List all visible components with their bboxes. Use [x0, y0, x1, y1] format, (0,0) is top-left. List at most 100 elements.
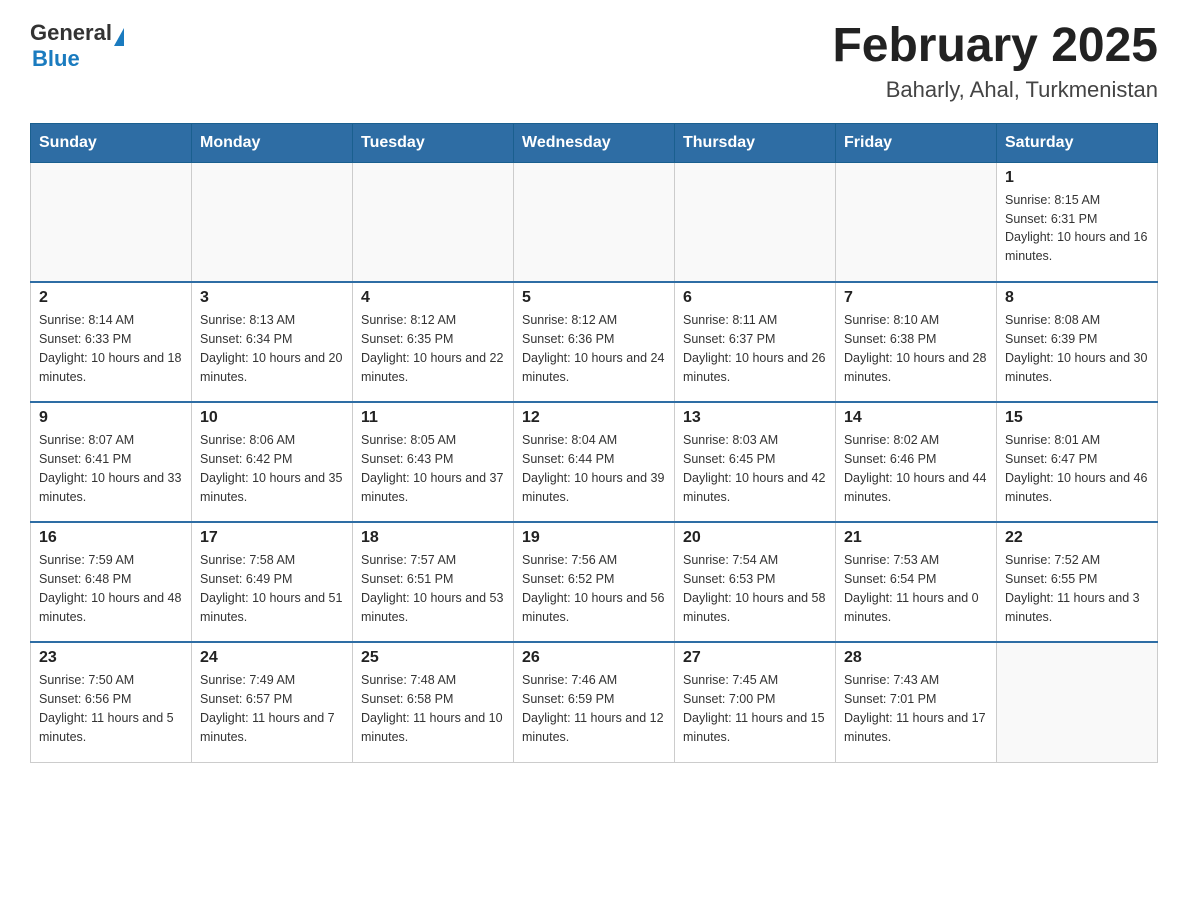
day-info: Sunrise: 8:12 AMSunset: 6:35 PMDaylight:…	[361, 311, 505, 386]
day-number: 13	[683, 409, 827, 427]
calendar-cell: 16 Sunrise: 7:59 AMSunset: 6:48 PMDayligh…	[31, 522, 192, 642]
day-info: Sunrise: 7:48 AMSunset: 6:58 PMDaylight:…	[361, 671, 505, 746]
day-number: 23	[39, 649, 183, 667]
weekday-header-saturday: Saturday	[997, 123, 1158, 162]
weekday-header-sunday: Sunday	[31, 123, 192, 162]
day-number: 10	[200, 409, 344, 427]
calendar-cell: 14 Sunrise: 8:02 AMSunset: 6:46 PMDayligh…	[836, 402, 997, 522]
calendar-cell	[836, 162, 997, 282]
day-number: 14	[844, 409, 988, 427]
day-number: 4	[361, 289, 505, 307]
day-info: Sunrise: 8:04 AMSunset: 6:44 PMDaylight:…	[522, 431, 666, 506]
calendar-cell: 17 Sunrise: 7:58 AMSunset: 6:49 PMDayligh…	[192, 522, 353, 642]
day-number: 8	[1005, 289, 1149, 307]
calendar-cell: 20Sunrise: 7:54 AMSunset: 6:53 PMDayligh…	[675, 522, 836, 642]
day-info: Sunrise: 8:01 AMSunset: 6:47 PMDaylight:…	[1005, 431, 1149, 506]
weekday-header-tuesday: Tuesday	[353, 123, 514, 162]
calendar-cell: 8 Sunrise: 8:08 AMSunset: 6:39 PMDaylight…	[997, 282, 1158, 402]
calendar-cell: 23Sunrise: 7:50 AMSunset: 6:56 PMDayligh…	[31, 642, 192, 762]
month-title: February 2025	[832, 20, 1158, 73]
calendar-week-row: 9 Sunrise: 8:07 AMSunset: 6:41 PMDaylight…	[31, 402, 1158, 522]
day-info: Sunrise: 8:10 AMSunset: 6:38 PMDaylight:…	[844, 311, 988, 386]
weekday-header-monday: Monday	[192, 123, 353, 162]
day-number: 7	[844, 289, 988, 307]
day-number: 17	[200, 529, 344, 547]
page-header: General Blue February 2025 Baharly, Ahal…	[30, 20, 1158, 103]
calendar-cell: 18 Sunrise: 7:57 AMSunset: 6:51 PMDayligh…	[353, 522, 514, 642]
day-number: 18	[361, 529, 505, 547]
calendar-cell	[31, 162, 192, 282]
title-block: February 2025 Baharly, Ahal, Turkmenista…	[832, 20, 1158, 103]
day-info: Sunrise: 7:45 AMSunset: 7:00 PMDaylight:…	[683, 671, 827, 746]
day-info: Sunrise: 8:05 AMSunset: 6:43 PMDaylight:…	[361, 431, 505, 506]
calendar-cell: 11 Sunrise: 8:05 AMSunset: 6:43 PMDayligh…	[353, 402, 514, 522]
day-info: Sunrise: 8:11 AMSunset: 6:37 PMDaylight:…	[683, 311, 827, 386]
weekday-header-thursday: Thursday	[675, 123, 836, 162]
day-info: Sunrise: 8:14 AMSunset: 6:33 PMDaylight:…	[39, 311, 183, 386]
calendar-week-row: 2Sunrise: 8:14 AMSunset: 6:33 PMDaylight…	[31, 282, 1158, 402]
day-info: Sunrise: 7:49 AMSunset: 6:57 PMDaylight:…	[200, 671, 344, 746]
day-info: Sunrise: 7:56 AMSunset: 6:52 PMDaylight:…	[522, 551, 666, 626]
day-info: Sunrise: 8:06 AMSunset: 6:42 PMDaylight:…	[200, 431, 344, 506]
day-number: 19	[522, 529, 666, 547]
day-info: Sunrise: 7:58 AMSunset: 6:49 PMDaylight:…	[200, 551, 344, 626]
calendar-cell: 4 Sunrise: 8:12 AMSunset: 6:35 PMDaylight…	[353, 282, 514, 402]
calendar-cell: 9 Sunrise: 8:07 AMSunset: 6:41 PMDaylight…	[31, 402, 192, 522]
day-number: 16	[39, 529, 183, 547]
weekday-header-row: SundayMondayTuesdayWednesdayThursdayFrid…	[31, 123, 1158, 162]
calendar-cell: 10 Sunrise: 8:06 AMSunset: 6:42 PMDayligh…	[192, 402, 353, 522]
day-number: 1	[1005, 169, 1149, 187]
calendar-week-row: 16 Sunrise: 7:59 AMSunset: 6:48 PMDayligh…	[31, 522, 1158, 642]
day-number: 3	[200, 289, 344, 307]
day-number: 12	[522, 409, 666, 427]
logo-blue-text: Blue	[32, 46, 80, 72]
day-info: Sunrise: 8:12 AMSunset: 6:36 PMDaylight:…	[522, 311, 666, 386]
calendar-cell: 28Sunrise: 7:43 AMSunset: 7:01 PMDayligh…	[836, 642, 997, 762]
day-info: Sunrise: 8:07 AMSunset: 6:41 PMDaylight:…	[39, 431, 183, 506]
day-number: 25	[361, 649, 505, 667]
day-number: 24	[200, 649, 344, 667]
day-number: 11	[361, 409, 505, 427]
weekday-header-wednesday: Wednesday	[514, 123, 675, 162]
calendar-cell	[514, 162, 675, 282]
calendar-table: SundayMondayTuesdayWednesdayThursdayFrid…	[30, 123, 1158, 763]
day-number: 27	[683, 649, 827, 667]
calendar-week-row: 1 Sunrise: 8:15 AMSunset: 6:31 PMDaylight…	[31, 162, 1158, 282]
day-number: 15	[1005, 409, 1149, 427]
day-number: 6	[683, 289, 827, 307]
calendar-cell: 1 Sunrise: 8:15 AMSunset: 6:31 PMDaylight…	[997, 162, 1158, 282]
day-info: Sunrise: 8:03 AMSunset: 6:45 PMDaylight:…	[683, 431, 827, 506]
day-info: Sunrise: 7:52 AMSunset: 6:55 PMDaylight:…	[1005, 551, 1149, 626]
calendar-cell: 6 Sunrise: 8:11 AMSunset: 6:37 PMDaylight…	[675, 282, 836, 402]
calendar-week-row: 23Sunrise: 7:50 AMSunset: 6:56 PMDayligh…	[31, 642, 1158, 762]
calendar-cell: 2Sunrise: 8:14 AMSunset: 6:33 PMDaylight…	[31, 282, 192, 402]
day-info: Sunrise: 8:15 AMSunset: 6:31 PMDaylight:…	[1005, 191, 1149, 266]
day-info: Sunrise: 8:13 AMSunset: 6:34 PMDaylight:…	[200, 311, 344, 386]
day-info: Sunrise: 7:59 AMSunset: 6:48 PMDaylight:…	[39, 551, 183, 626]
day-info: Sunrise: 8:02 AMSunset: 6:46 PMDaylight:…	[844, 431, 988, 506]
calendar-cell: 26 Sunrise: 7:46 AMSunset: 6:59 PMDayligh…	[514, 642, 675, 762]
day-number: 9	[39, 409, 183, 427]
logo-triangle-icon	[114, 28, 124, 46]
day-info: Sunrise: 7:54 AMSunset: 6:53 PMDaylight:…	[683, 551, 827, 626]
day-number: 21	[844, 529, 988, 547]
calendar-cell: 27 Sunrise: 7:45 AMSunset: 7:00 PMDayligh…	[675, 642, 836, 762]
day-info: Sunrise: 7:43 AMSunset: 7:01 PMDaylight:…	[844, 671, 988, 746]
day-info: Sunrise: 7:46 AMSunset: 6:59 PMDaylight:…	[522, 671, 666, 746]
calendar-cell: 25 Sunrise: 7:48 AMSunset: 6:58 PMDayligh…	[353, 642, 514, 762]
weekday-header-friday: Friday	[836, 123, 997, 162]
calendar-cell: 19 Sunrise: 7:56 AMSunset: 6:52 PMDayligh…	[514, 522, 675, 642]
calendar-cell: 12 Sunrise: 8:04 AMSunset: 6:44 PMDayligh…	[514, 402, 675, 522]
calendar-cell: 22Sunrise: 7:52 AMSunset: 6:55 PMDayligh…	[997, 522, 1158, 642]
calendar-cell: 3 Sunrise: 8:13 AMSunset: 6:34 PMDaylight…	[192, 282, 353, 402]
calendar-cell	[192, 162, 353, 282]
calendar-cell: 15 Sunrise: 8:01 AMSunset: 6:47 PMDayligh…	[997, 402, 1158, 522]
day-info: Sunrise: 7:57 AMSunset: 6:51 PMDaylight:…	[361, 551, 505, 626]
day-info: Sunrise: 8:08 AMSunset: 6:39 PMDaylight:…	[1005, 311, 1149, 386]
calendar-cell: 5 Sunrise: 8:12 AMSunset: 6:36 PMDaylight…	[514, 282, 675, 402]
calendar-cell: 24 Sunrise: 7:49 AMSunset: 6:57 PMDayligh…	[192, 642, 353, 762]
location-title: Baharly, Ahal, Turkmenistan	[832, 77, 1158, 103]
calendar-cell: 7 Sunrise: 8:10 AMSunset: 6:38 PMDaylight…	[836, 282, 997, 402]
day-number: 26	[522, 649, 666, 667]
day-number: 5	[522, 289, 666, 307]
